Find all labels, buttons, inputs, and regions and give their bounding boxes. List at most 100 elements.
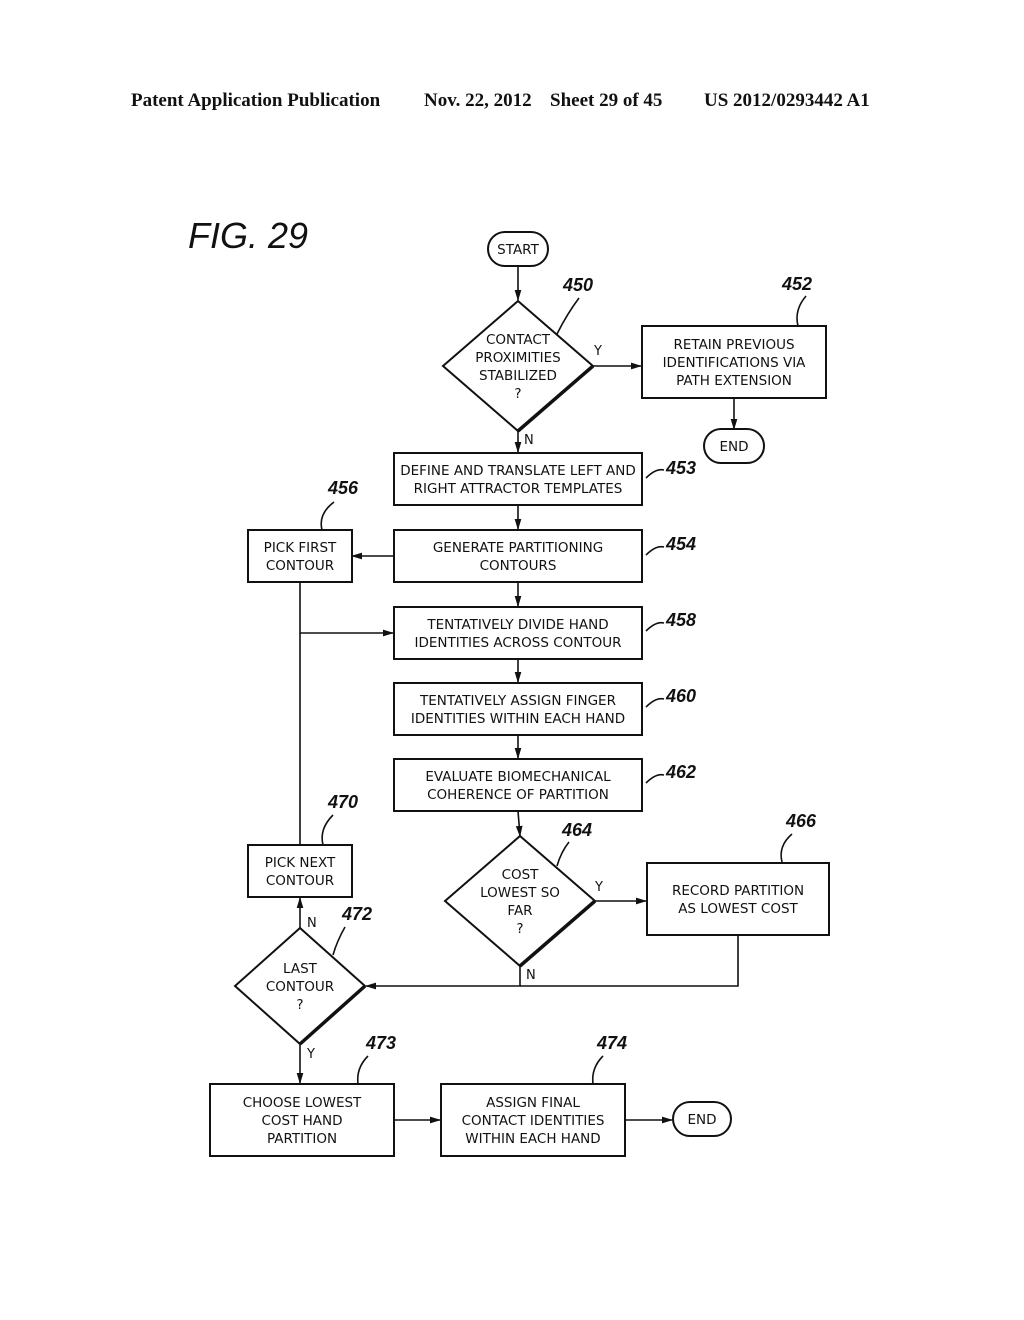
node-n453: DEFINE AND TRANSLATE LEFT AND RIGHT ATTRA… (393, 452, 696, 506)
reference-leader (796, 295, 807, 327)
reference-number: 474 (596, 1033, 627, 1053)
connector-line (364, 966, 521, 990)
node-text-line: IDENTITIES WITHIN EACH HAND (411, 711, 625, 727)
node-text-line: TENTATIVELY ASSIGN FINGER (419, 693, 616, 709)
node-text-line: RECORD PARTITION (672, 883, 804, 899)
branch-label: Y (306, 1047, 315, 1062)
node-text-line: CONTOUR (266, 873, 334, 889)
branch-label: N (526, 968, 536, 983)
reference-number: 466 (785, 811, 817, 831)
node-n464: COST LOWEST SO FAR? 464 (443, 820, 597, 968)
node-text-line: PARTITION (267, 1131, 337, 1147)
reference-leader (780, 833, 793, 863)
node-n470: PICK NEXT CONTOUR 470 (247, 792, 358, 898)
connector-line (520, 935, 739, 987)
reference-leader (645, 697, 665, 708)
reference-number: 454 (665, 534, 696, 554)
node-n466: RECORD PARTITION AS LOWEST COST 466 (646, 811, 830, 936)
reference-leader (556, 841, 570, 867)
node-text-line: EVALUATE BIOMECHANICAL (425, 769, 611, 785)
node-text-line: RETAIN PREVIOUS (673, 337, 794, 353)
node-text-line: RIGHT ATTRACTOR TEMPLATES (414, 481, 623, 497)
node-text-line: FAR (507, 903, 532, 919)
edge-n472-n470: N (296, 896, 317, 931)
reference-leader (645, 468, 665, 479)
decision-shape (441, 299, 595, 433)
reference-leader (332, 926, 346, 956)
branch-label: Y (594, 880, 603, 895)
node-text-line: DEFINE AND TRANSLATE LEFT AND (400, 463, 636, 479)
reference-number: 456 (327, 478, 359, 498)
flowchart: FIG. 29 Y N Y N N Y START CONTACT PROXIMITIES ST… (188, 215, 830, 1157)
node-text-line: LAST (283, 961, 318, 977)
node-text-line: WITHIN EACH HAND (465, 1131, 600, 1147)
edge-n472-n473: Y (296, 1044, 315, 1085)
reference-number: 470 (327, 792, 358, 812)
reference-number: 460 (665, 686, 696, 706)
node-text-line: TENTATIVELY DIVIDE HAND (426, 617, 608, 633)
node-text-line: COST (502, 867, 540, 883)
node-text-line: PICK FIRST (264, 540, 337, 556)
node-text-line: CONTACT IDENTITIES (462, 1113, 605, 1129)
decision-shape (443, 834, 597, 968)
node-text-line: CONTOUR (266, 979, 334, 995)
node-text-line: STABILIZED (479, 368, 557, 384)
node-text-line: CHOOSE LOWEST (243, 1095, 362, 1111)
reference-leader (356, 1055, 369, 1085)
reference-leader (645, 621, 665, 632)
node-text-line: CONTOUR (266, 558, 334, 574)
reference-leader (645, 773, 665, 784)
connector-line (299, 582, 395, 637)
node-text-line: START (497, 242, 539, 258)
node-text-line: PICK NEXT (265, 855, 336, 871)
reference-number: 473 (365, 1033, 396, 1053)
nodes: START CONTACT PROXIMITIES STABILIZED? 450 RET… (209, 231, 830, 1157)
reference-leader (645, 545, 665, 556)
reference-number: 452 (781, 274, 812, 294)
node-text-line: LOWEST SO (480, 885, 560, 901)
node-text-line: COHERENCE OF PARTITION (427, 787, 609, 803)
process-shape (393, 452, 643, 506)
node-text-line: ? (296, 997, 303, 1013)
node-n472: LAST CONTOUR? 472 (233, 904, 372, 1046)
node-n462: EVALUATE BIOMECHANICAL COHERENCE OF PARTI… (393, 758, 696, 812)
branch-label: N (307, 916, 317, 931)
process-shape (393, 606, 643, 660)
node-text-line: CONTACT (486, 332, 551, 348)
node-n454: GENERATE PARTITIONING CONTOURS 454 (393, 529, 696, 583)
edge-n464-n466: Y (594, 880, 648, 905)
figure-label: FIG. 29 (188, 215, 308, 256)
process-shape (247, 844, 353, 898)
branch-label: N (524, 433, 534, 448)
node-n456: PICK FIRST CONTOUR 456 (247, 478, 359, 583)
node-text-line: ? (516, 921, 523, 937)
node-text-line: COST HAND (261, 1113, 342, 1129)
node-n460: TENTATIVELY ASSIGN FINGER IDENTITIES WITH… (393, 682, 696, 736)
edge-n466-n472 (520, 935, 739, 987)
process-shape (247, 529, 353, 583)
reference-number: 453 (665, 458, 696, 478)
node-start: START (487, 231, 549, 267)
node-n474: ASSIGN FINAL CONTACT IDENTITIES WITHIN EAC… (440, 1033, 627, 1157)
reference-number: 458 (665, 610, 696, 630)
process-shape (646, 862, 830, 936)
node-text-line: END (719, 439, 748, 455)
reference-leader (320, 501, 335, 531)
node-end2: END (672, 1101, 732, 1137)
reference-leader (556, 297, 580, 335)
node-text-line: PROXIMITIES (475, 350, 560, 366)
node-end1: END (703, 428, 765, 464)
edge-n450-n453: N (514, 431, 534, 454)
node-text-line: END (687, 1112, 716, 1128)
edge-n464-n472: N (364, 966, 536, 990)
branch-label: Y (593, 344, 602, 359)
node-text-line: ? (514, 386, 521, 402)
node-text-line: ASSIGN FINAL (486, 1095, 580, 1111)
node-text-line: AS LOWEST COST (678, 901, 798, 917)
reference-number: 464 (561, 820, 592, 840)
reference-number: 462 (665, 762, 696, 782)
process-shape (393, 529, 643, 583)
node-text-line: CONTOURS (480, 558, 557, 574)
node-n458: TENTATIVELY DIVIDE HAND IDENTITIES ACROSS… (393, 606, 696, 660)
process-shape (393, 682, 643, 736)
